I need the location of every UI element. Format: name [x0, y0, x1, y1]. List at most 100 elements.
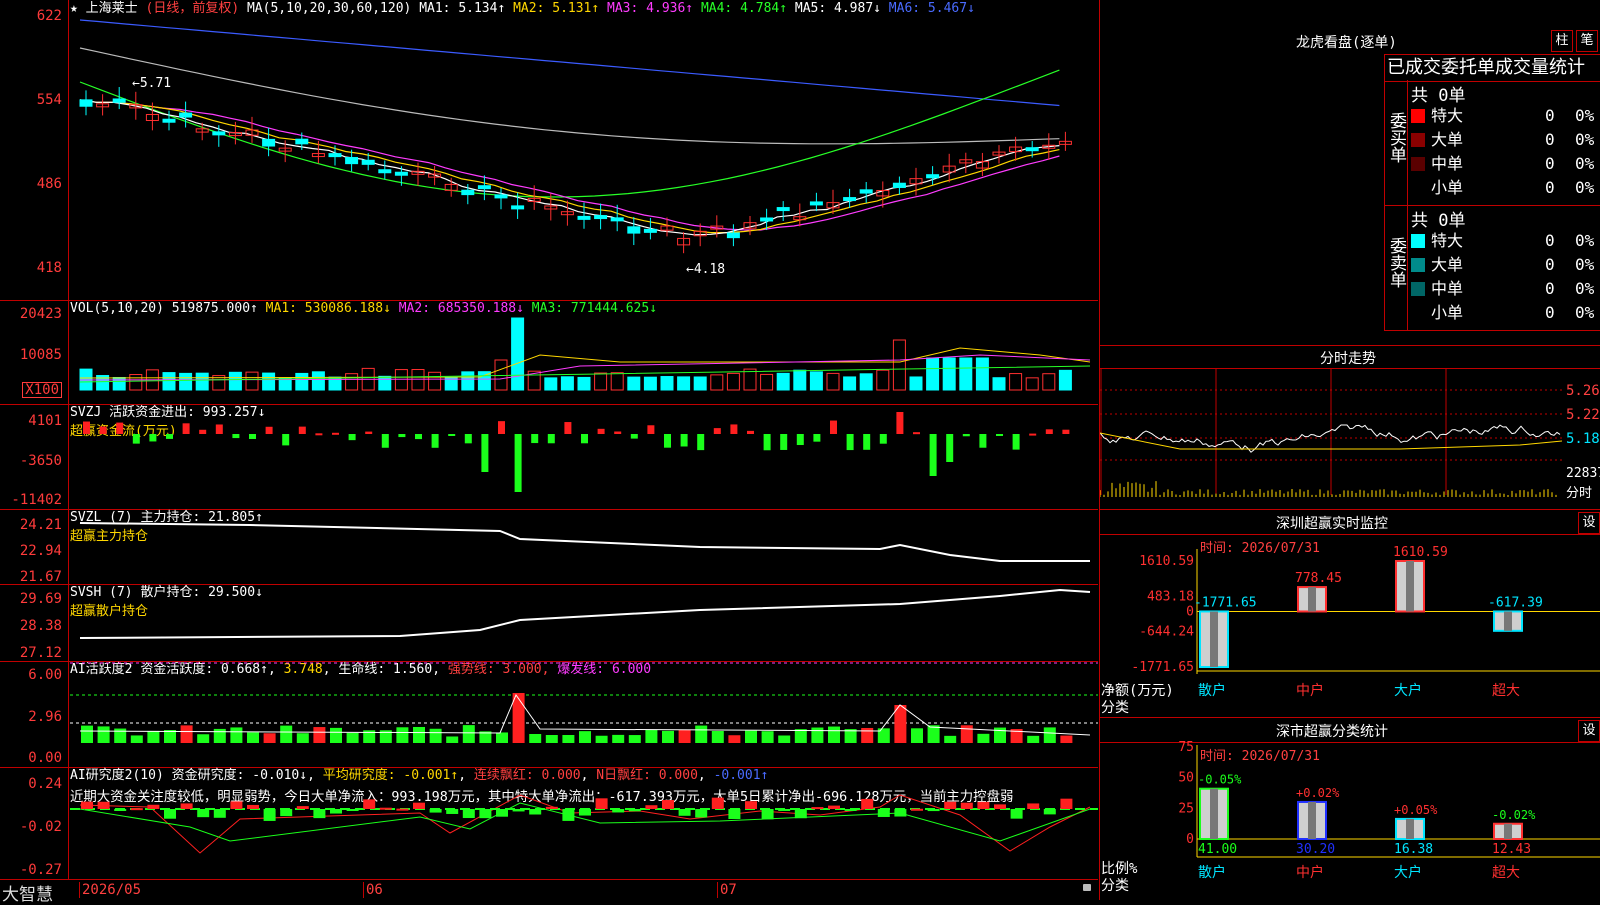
ai-research-pane[interactable]: 0.24 -0.02 -0.27 AI研究度2(10) 资金研究度: -0.01…: [0, 767, 1098, 880]
color-swatch: [1411, 109, 1425, 123]
candle-body: [594, 215, 608, 220]
row-name: 大单: [1431, 130, 1464, 149]
fund-flow-bar: [630, 434, 638, 439]
fund-flow-bar: [780, 434, 788, 450]
sz-monitor-tick: -1771.65: [1131, 660, 1194, 675]
fund-flow-bar: [913, 432, 920, 435]
kline-chart[interactable]: [0, 0, 1098, 300]
fund-flow-chart[interactable]: [0, 404, 1098, 509]
color-swatch: [1411, 234, 1425, 248]
volume-pane[interactable]: 20423 10085 X100 VOL(5,10,20) 519875.000…: [0, 300, 1098, 405]
row-percent: 0%: [1575, 106, 1595, 125]
sz-class-change-label: +0.05%: [1394, 803, 1438, 817]
row-name: 特大: [1431, 106, 1464, 125]
volume-bar: [179, 372, 193, 391]
research-bar: [512, 809, 525, 812]
volume-bar: [892, 339, 906, 391]
ai-research-chart[interactable]: [0, 767, 1098, 879]
research-bar: [147, 804, 160, 809]
volume-bar: [743, 368, 757, 391]
sz-class-tick: 0: [1186, 832, 1194, 847]
research-bar: [296, 806, 309, 809]
retail-holding-pane[interactable]: 29.69 28.38 27.12 SVSH (7) 散户持仓: 29.500↓…: [0, 584, 1098, 662]
sz-monitor-value-label: 1610.59: [1393, 545, 1448, 560]
research-bar: [1060, 798, 1073, 809]
fund-flow-bar: [1029, 433, 1037, 436]
fund-flow-bar: [83, 421, 90, 434]
volume-bar: [1058, 369, 1072, 391]
activity-bar: [761, 731, 774, 743]
candle-body: [328, 153, 342, 158]
ma3-line: [79, 99, 1060, 231]
buy-side-label: 委买单: [1386, 112, 1406, 163]
candle-body: [378, 169, 392, 174]
lock-icon[interactable]: [1083, 884, 1091, 891]
intraday-panel[interactable]: 分时走势 5.26 5.22 5.18 22837 分时: [1099, 345, 1600, 510]
activity-bar: [1043, 727, 1056, 743]
fund-flow-pane[interactable]: 4101 -3650 -11402 SVZJ 活跃资金进出: 993.257↓ …: [0, 404, 1098, 510]
candle-body: [361, 159, 375, 165]
main-holding-pane[interactable]: 24.21 22.94 21.67 SVZL (7) 主力持仓: 21.805↑…: [0, 509, 1098, 585]
fund-flow-bar: [680, 434, 688, 447]
intraday-tick: 5.18: [1566, 431, 1600, 447]
research-bar: [496, 809, 508, 817]
intraday-chart[interactable]: [1100, 345, 1600, 509]
volume-bar: [345, 373, 359, 391]
fund-flow-bar: [282, 434, 290, 446]
fund-flow-bar: [531, 434, 539, 444]
research-bar: [413, 802, 425, 809]
row-name: 中单: [1431, 154, 1464, 173]
sz-class-tick: 50: [1178, 771, 1194, 786]
ai-activity-chart[interactable]: [0, 661, 1098, 767]
volume-bar: [726, 372, 740, 391]
candle-body: [345, 157, 359, 165]
fund-flow-bar: [614, 431, 622, 434]
ai-activity-pane[interactable]: 6.00 2.96 0.00 AI活跃度2 资金活跃度: 0.668↑, 3.7…: [0, 661, 1098, 768]
row-percent: 0%: [1575, 279, 1595, 298]
research-bar: [960, 802, 973, 809]
fund-flow-bar: [1012, 434, 1020, 450]
activity-bar: [296, 733, 309, 743]
fund-flow-bar: [481, 434, 489, 472]
row-count: 0: [1545, 154, 1555, 173]
main-holding-chart[interactable]: [0, 509, 1098, 584]
fund-flow-bar: [946, 434, 954, 462]
kline-pane[interactable]: 622 554 486 418 ★ 上海莱士 (日线，前复权) MA(5,10,…: [0, 0, 1098, 301]
bar-mode-button[interactable]: 柱: [1551, 30, 1573, 52]
tick-mode-button[interactable]: 笔: [1576, 30, 1598, 52]
volume-bar: [162, 372, 176, 391]
sz-class-tick: 25: [1178, 801, 1194, 816]
row-percent: 0%: [1575, 130, 1595, 149]
volume-bar: [129, 374, 143, 391]
research-bar: [778, 809, 791, 811]
activity-bar: [861, 727, 874, 743]
volume-bar: [311, 371, 325, 391]
sz-class-value-label: 30.20: [1296, 842, 1335, 857]
volume-bar: [295, 372, 309, 391]
fund-flow-bar: [514, 434, 522, 492]
volume-chart[interactable]: [0, 300, 1098, 404]
volume-bar: [660, 376, 674, 391]
research-bar: [1010, 809, 1023, 819]
volume-bar: [577, 376, 591, 391]
date-tick: 06: [363, 882, 383, 898]
row-name: 特大: [1431, 231, 1464, 250]
activity-bar: [562, 734, 575, 743]
volume-bar: [1009, 373, 1023, 391]
retail-holding-chart[interactable]: [0, 584, 1098, 661]
row-percent: 0%: [1575, 303, 1595, 322]
fund-flow-bar: [879, 434, 887, 444]
research-bar: [645, 805, 658, 809]
retail-holding-line: [79, 588, 1091, 639]
fund-flow-bar: [863, 434, 871, 450]
activity-bar: [280, 725, 293, 743]
research-bar: [247, 804, 259, 809]
research-bar: [579, 809, 591, 816]
sz-monitor-category: 中户: [1296, 682, 1324, 699]
research-bar: [828, 805, 840, 809]
candle-body: [212, 131, 226, 136]
candle-body: [394, 171, 408, 176]
fund-flow-bar: [398, 434, 406, 438]
activity-bar: [97, 726, 110, 743]
activity-bar: [512, 693, 525, 743]
